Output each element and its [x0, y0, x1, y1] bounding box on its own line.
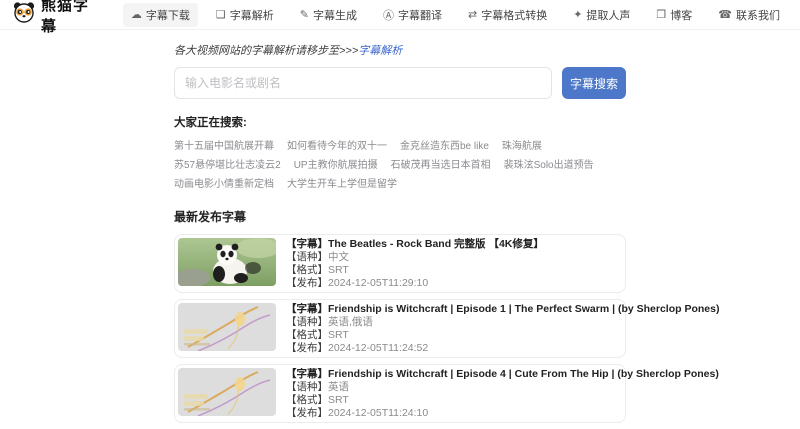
trending-term[interactable]: 苏57悬停堪比壮志凌云2 [174, 156, 281, 171]
subtitle-language-line: 【语种】英语 [286, 381, 622, 393]
subtitle-thumbnail [178, 368, 276, 416]
subtitle-title: Friendship is Witchcraft | Episode 1 | T… [328, 303, 720, 315]
latest-section-title: 最新发布字幕 [174, 210, 247, 224]
subtitle-title: The Beatles - Rock Band 完整版 【4K修复】 [328, 238, 544, 250]
format-value: SRT [328, 264, 349, 276]
subtitle-card[interactable]: 【字幕】Friendship is Witchcraft | Episode 1… [174, 299, 719, 358]
subtitle-meta: 【字幕】The Beatles - Rock Band 完整版 【4K修复】 【… [286, 238, 544, 289]
subtitle-title-line: 【字幕】Friendship is Witchcraft | Episode 4… [286, 368, 719, 380]
nav-item[interactable]: ⇄ 字幕格式转换 [460, 3, 555, 27]
subtitle-list: 【字幕】The Beatles - Rock Band 完整版 【4K修复】 【… [174, 234, 719, 429]
subtitle-title-line: 【字幕】Friendship is Witchcraft | Episode 1… [286, 303, 719, 315]
language-label: 【语种】 [286, 316, 328, 328]
subtitle-card[interactable]: 【字幕】Friendship is Witchcraft | Episode 4… [174, 364, 719, 423]
subtitle-meta: 【字幕】Friendship is Witchcraft | Episode 1… [286, 303, 719, 354]
format-value: SRT [328, 329, 349, 341]
search-button[interactable]: 字幕搜索 [562, 67, 626, 99]
nav-item-icon: ❒ [656, 9, 667, 21]
nav-item[interactable]: ❒ 博客 [648, 3, 700, 27]
panda-photo-thumb [178, 238, 276, 286]
format-label: 【格式】 [286, 329, 328, 341]
nav-item-label: 博客 [670, 9, 693, 22]
purple-artwork-thumb [178, 303, 276, 351]
subtitle-thumbnail [178, 303, 276, 351]
nav-item-icon: ☁ [130, 9, 142, 21]
trending-term[interactable]: 金克丝造东西be like [400, 137, 489, 152]
language-value: 英语,俄语 [328, 316, 373, 328]
nav-item-icon: ❏ [215, 9, 226, 21]
subtitle-published-line: 【发布】2024-12-05T11:24:52 [286, 342, 622, 354]
format-label: 【格式】 [286, 394, 328, 406]
trending-term[interactable]: 大学生开车上学但是留学 [287, 175, 397, 190]
published-label: 【发布】 [286, 407, 328, 419]
subtitle-language-line: 【语种】中文 [286, 251, 544, 263]
main-content: 各大视频网站的字幕解析请移步至>>>字幕解析 字幕搜索 大家正在搜索: 第十五届… [174, 30, 719, 429]
nav-item-label: 字幕翻译 [397, 9, 442, 22]
subtitle-published-line: 【发布】2024-12-05T11:24:10 [286, 407, 622, 419]
panda-logo-icon [12, 0, 36, 29]
subtitle-thumbnail [178, 238, 276, 286]
trending-term[interactable]: 第十五届中国航展开幕 [174, 137, 274, 152]
trending-term[interactable]: 石破茂再当选日本首相 [391, 156, 491, 171]
language-label: 【语种】 [286, 381, 328, 393]
trending-term[interactable]: 如何看待今年的双十一 [287, 137, 387, 152]
subtitle-format-line: 【格式】SRT [286, 394, 622, 406]
nav-item-icon: Ⓐ [382, 9, 394, 22]
format-label: 【格式】 [286, 264, 328, 276]
nav-item-label: 字幕生成 [312, 9, 357, 22]
nav-item-label: 提取人声 [586, 9, 631, 22]
nav-item[interactable]: Ⓐ 字幕翻译 [375, 3, 450, 27]
subtitle-label: 【字幕】 [286, 368, 328, 380]
nav-item[interactable]: ☎ 联系我们 [710, 3, 788, 27]
subtitle-meta: 【字幕】Friendship is Witchcraft | Episode 4… [286, 368, 719, 419]
brand-name: 熊猫字幕 [41, 0, 90, 35]
subtitle-title: Friendship is Witchcraft | Episode 4 | C… [328, 368, 719, 380]
published-value: 2024-12-05T11:29:10 [328, 277, 429, 289]
published-value: 2024-12-05T11:24:52 [328, 342, 429, 354]
nav-item-label: 联系我们 [736, 9, 780, 22]
subtitle-format-line: 【格式】SRT [286, 329, 622, 341]
language-label: 【语种】 [286, 251, 328, 263]
nav-item-label: 字幕格式转换 [481, 9, 548, 22]
nav-item-icon: ✎ [299, 9, 309, 21]
published-label: 【发布】 [286, 342, 328, 354]
nav-item-icon: ✦ [573, 9, 583, 21]
nav-item-icon: ☎ [718, 9, 732, 21]
nav-menu: ☁ 字幕下载 ❏ 字幕解析 ✎ 字幕生成 Ⓐ 字幕翻译 ⇄ 字幕格式转换 ✦ 提… [122, 2, 788, 27]
nav-item[interactable]: ☁ 字幕下载 [122, 2, 198, 27]
trending-title: 大家正在搜索: [174, 117, 247, 129]
format-value: SRT [328, 394, 349, 406]
published-label: 【发布】 [286, 277, 328, 289]
parse-notice-link[interactable]: 字幕解析 [358, 45, 402, 57]
brand-logo[interactable]: 熊猫字幕 [12, 0, 101, 36]
language-value: 中文 [328, 251, 349, 263]
trending-term[interactable]: 裴珠泫Solo出道预告 [504, 156, 594, 171]
search-bar: 字幕搜索 [174, 67, 626, 99]
trending-terms: 第十五届中国航展开幕 如何看待今年的双十一 金克丝造东西be like 珠海航展… [174, 137, 626, 190]
subtitle-format-line: 【格式】SRT [286, 264, 544, 276]
published-value: 2024-12-05T11:24:10 [328, 407, 429, 419]
trending-term[interactable]: 动画电影小倩重新定档 [174, 175, 274, 190]
subtitle-language-line: 【语种】英语,俄语 [286, 316, 622, 328]
trending-term[interactable]: UP主教你航展拍摄 [294, 156, 378, 171]
nav-item-icon: ⇄ [467, 9, 478, 21]
nav-item-label: 字幕解析 [229, 9, 274, 22]
trending-term[interactable]: 珠海航展 [502, 137, 542, 152]
nav-item-label: 字幕下载 [145, 9, 190, 22]
nav-item[interactable]: ✎ 字幕生成 [292, 3, 365, 27]
purple-artwork-thumb [178, 368, 276, 416]
subtitle-published-line: 【发布】2024-12-05T11:29:10 [286, 277, 544, 289]
subtitle-title-line: 【字幕】The Beatles - Rock Band 完整版 【4K修复】 [286, 238, 544, 250]
subtitle-label: 【字幕】 [286, 238, 328, 250]
nav-item[interactable]: ❏ 字幕解析 [208, 3, 282, 27]
parse-notice-text: 各大视频网站的字幕解析请移步至>>> [174, 45, 359, 57]
nav-item[interactable]: ✦ 提取人声 [565, 3, 638, 27]
subtitle-card[interactable]: 【字幕】The Beatles - Rock Band 完整版 【4K修复】 【… [174, 234, 626, 293]
subtitle-label: 【字幕】 [286, 303, 328, 315]
parse-notice: 各大视频网站的字幕解析请移步至>>>字幕解析 [174, 42, 626, 58]
language-value: 英语 [328, 381, 349, 393]
search-input[interactable] [174, 67, 552, 99]
top-navbar: 熊猫字幕 ☁ 字幕下载 ❏ 字幕解析 ✎ 字幕生成 Ⓐ 字幕翻译 ⇄ 字幕格式转… [0, 0, 800, 35]
